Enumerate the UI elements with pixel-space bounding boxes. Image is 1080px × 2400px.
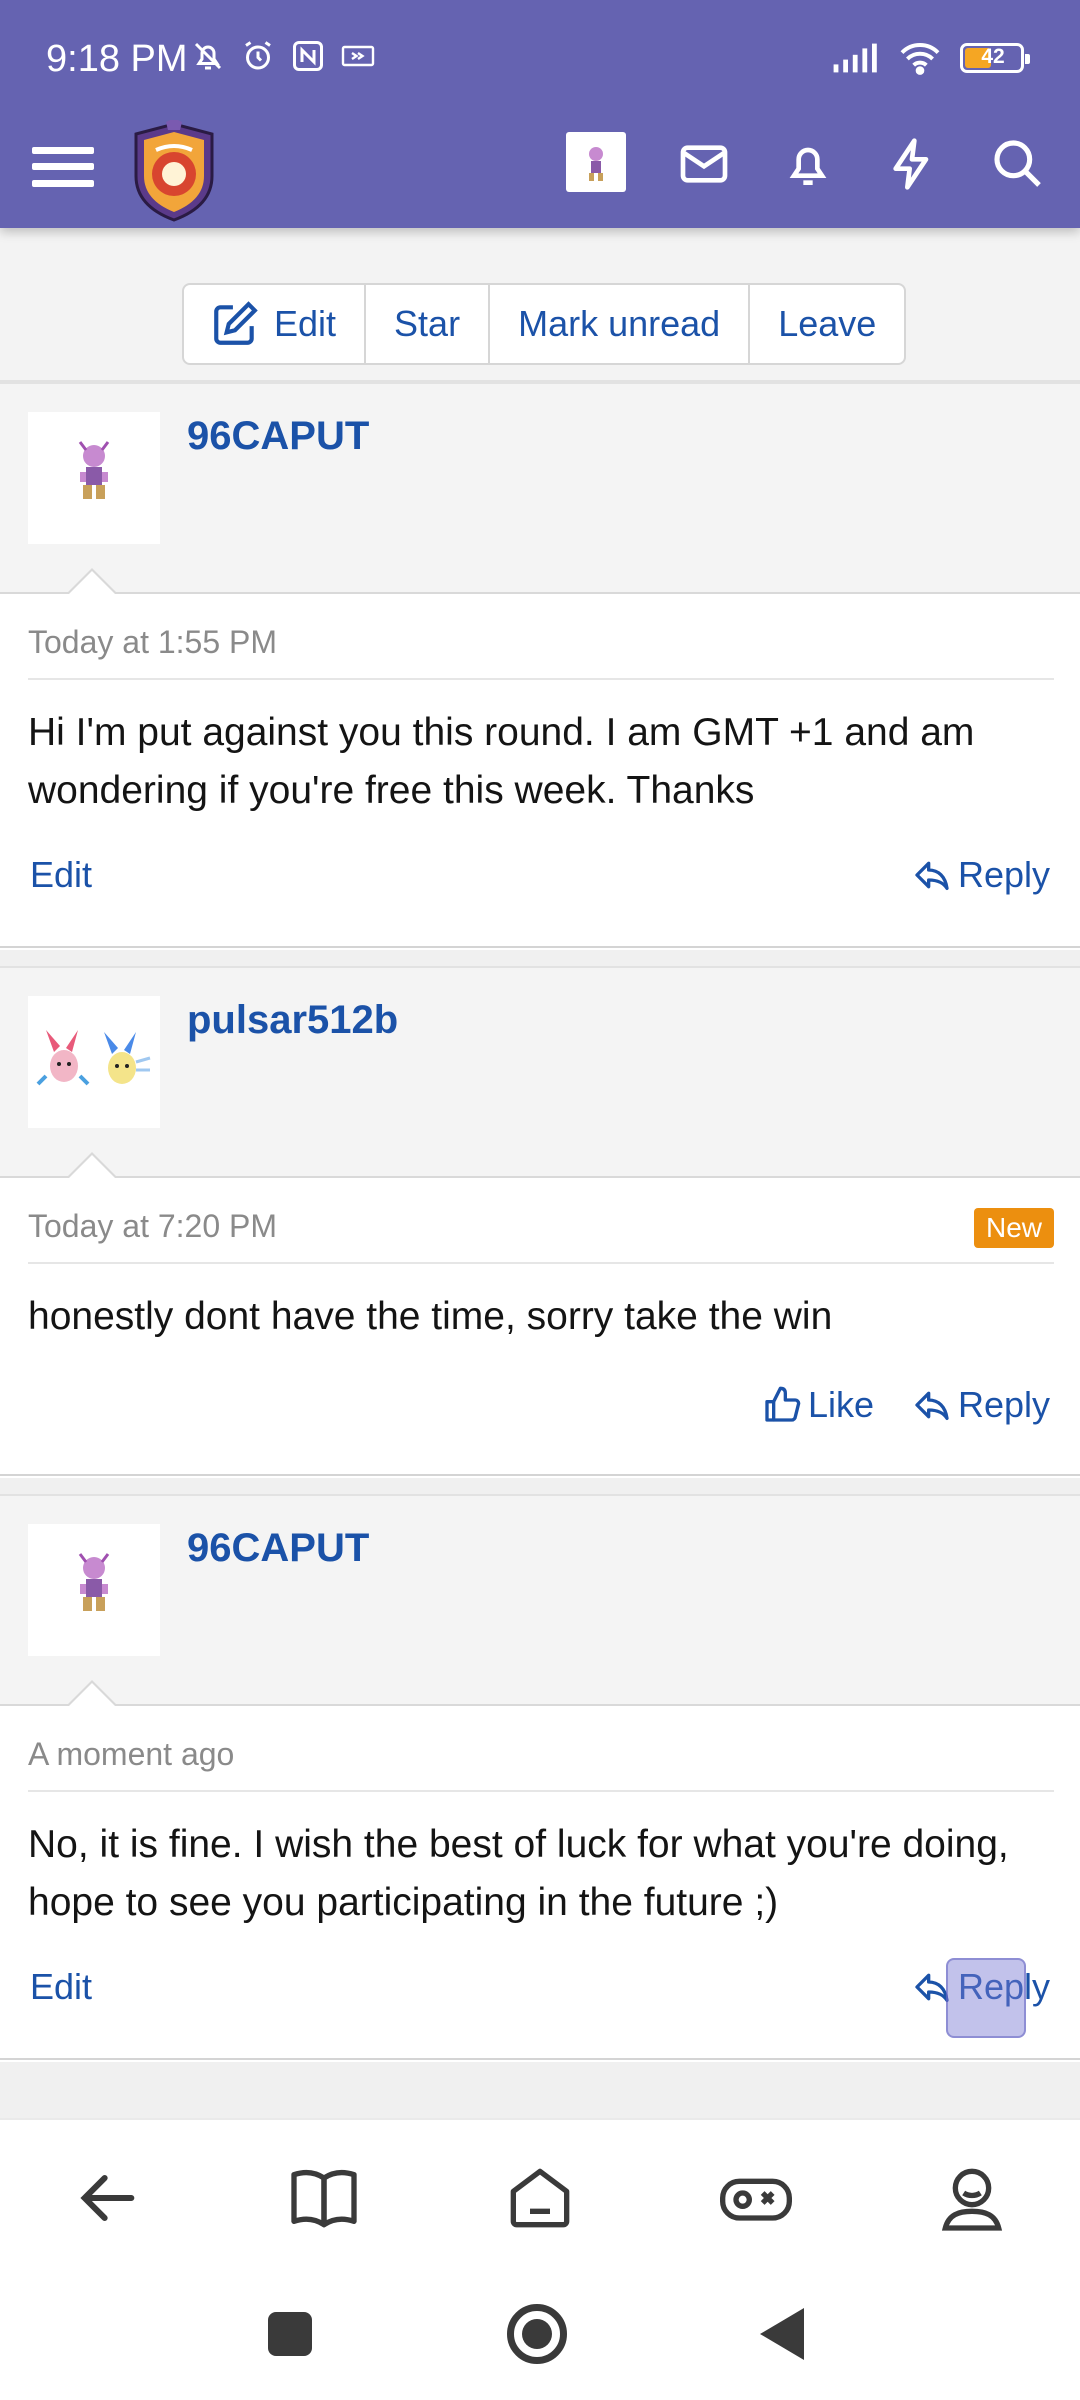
message-text: honestly dont have the time, sorry take … [28, 1295, 833, 1338]
separator [0, 950, 1080, 966]
edit-icon [214, 301, 258, 345]
star-label: Star [394, 303, 461, 344]
status-bar: 9:18 PM 42 [0, 0, 1080, 120]
message-body: Today at 1:55 PM Hi I'm put against you … [0, 594, 1080, 948]
timestamp[interactable]: A moment ago [28, 1736, 234, 1773]
site-header [0, 120, 1080, 228]
message-header: 96CAPUT [0, 382, 1080, 595]
battery-percent: 42 [981, 45, 1005, 68]
lightning-icon[interactable] [884, 136, 940, 192]
edit-message-link[interactable]: Edit [30, 854, 92, 896]
system-back-button[interactable] [760, 2308, 804, 2360]
reply-label: Reply [957, 854, 1050, 895]
battery-icon: 42 [960, 43, 1030, 73]
edit-link-label: Edit [30, 1966, 93, 2007]
star-button[interactable]: Star [364, 285, 488, 363]
wifi-icon [900, 43, 940, 75]
edit-conversation-button[interactable]: Edit [184, 285, 364, 363]
reply-link[interactable]: Reply [912, 1384, 1050, 1426]
status-left-icons [190, 38, 376, 74]
conversation-actions-bar: Edit Star Mark unread Leave [0, 228, 1080, 382]
avatar[interactable] [28, 996, 160, 1128]
nfc-icon [293, 41, 323, 71]
mute-bell-icon [194, 42, 222, 70]
status-time: 9:18 PM [46, 38, 188, 80]
menu-icon[interactable] [30, 134, 96, 200]
message-text: No, it is fine. I wish the best of luck … [28, 1823, 1009, 1924]
new-badge: New [973, 1208, 1054, 1248]
message-text: Hi I'm put against you this round. I am … [28, 711, 975, 812]
reply-label: Reply [957, 1384, 1050, 1425]
message-item: 96CAPUT A moment ago No, it is fine. I w… [0, 1494, 1080, 2060]
username[interactable]: pulsar512b [187, 998, 398, 1043]
username[interactable]: 96CAPUT [187, 1526, 369, 1571]
touch-indicator [946, 1958, 1026, 2038]
home-button[interactable] [507, 2304, 567, 2364]
message-body: Today at 7:20 PM New honestly dont have … [0, 1178, 1080, 1476]
reply-link[interactable]: Reply [912, 854, 1050, 896]
alarm-icon [245, 41, 271, 70]
profile-icon[interactable] [932, 2158, 1012, 2238]
separator [0, 1478, 1080, 1494]
timestamp[interactable]: Today at 7:20 PM [28, 1208, 277, 1245]
app-bottom-nav [0, 2118, 1080, 2276]
avatar[interactable] [28, 412, 160, 544]
recent-apps-button[interactable] [268, 2312, 312, 2356]
leave-label: Leave [778, 303, 877, 344]
home-icon[interactable] [500, 2158, 580, 2238]
message-item: pulsar512b Today at 7:20 PM New honestly… [0, 966, 1080, 1476]
user-avatar[interactable] [566, 132, 626, 192]
mark-unread-label: Mark unread [518, 303, 721, 344]
book-icon[interactable] [284, 2158, 364, 2238]
edit-label: Edit [274, 303, 337, 344]
like-link[interactable]: Like [762, 1384, 874, 1426]
back-arrow-icon[interactable] [68, 2158, 148, 2238]
edit-link-label: Edit [30, 854, 93, 895]
status-right-icons: 42 [832, 40, 1030, 76]
timestamp[interactable]: Today at 1:55 PM [28, 624, 277, 661]
message-header: pulsar512b [0, 966, 1080, 1179]
username[interactable]: 96CAPUT [187, 414, 369, 459]
message-item: 96CAPUT Today at 1:55 PM Hi I'm put agai… [0, 382, 1080, 948]
message-body: A moment ago No, it is fine. I wish the … [0, 1706, 1080, 2060]
system-navigation-bar [0, 2276, 1080, 2400]
separator [0, 2062, 1080, 2118]
thumbs-up-icon [765, 1386, 801, 1422]
reply-icon [915, 861, 949, 890]
leave-button[interactable]: Leave [748, 285, 904, 363]
bell-icon[interactable] [780, 136, 836, 192]
conversation-actions: Edit Star Mark unread Leave [182, 283, 907, 365]
cast-icon [341, 45, 375, 67]
signal-icon [833, 43, 877, 73]
site-logo[interactable] [126, 120, 222, 224]
message-header: 96CAPUT [0, 1494, 1080, 1707]
mark-unread-button[interactable]: Mark unread [488, 285, 748, 363]
search-icon[interactable] [990, 136, 1046, 192]
reply-icon [915, 1391, 949, 1420]
edit-message-link[interactable]: Edit [30, 1966, 92, 2008]
avatar[interactable] [28, 1524, 160, 1656]
gamepad-icon[interactable] [716, 2158, 796, 2238]
top-bar: 9:18 PM 42 [0, 0, 1080, 228]
like-label: Like [807, 1384, 874, 1425]
mail-icon[interactable] [676, 136, 732, 192]
